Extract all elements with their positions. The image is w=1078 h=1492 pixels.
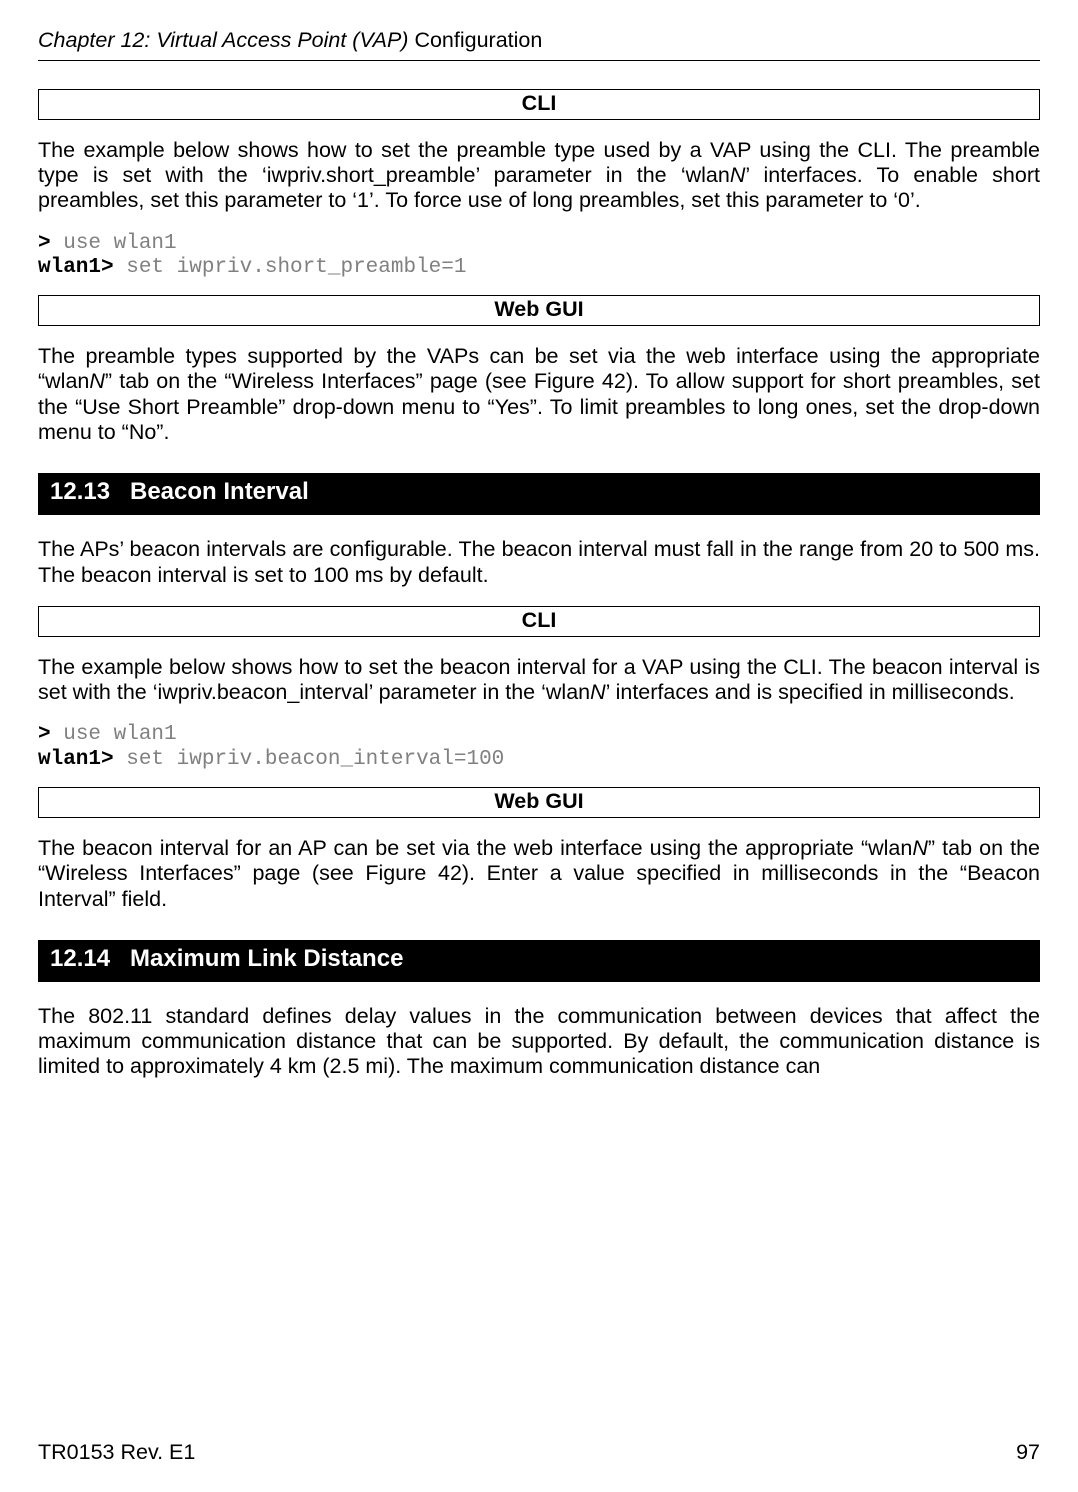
webgui-heading-box: Web GUI [38, 787, 1040, 818]
text-run: ’ interfaces and is specified in millise… [606, 680, 1015, 704]
cli-example-beacon: > use wlan1 wlan1> set iwpriv.beacon_int… [38, 723, 1040, 773]
italic-n: N [89, 369, 105, 393]
cli-example-preamble: > use wlan1 wlan1> set iwpriv.short_prea… [38, 232, 1040, 282]
text-run: ” tab on the “Wireless Interfaces” page … [38, 369, 1040, 444]
section-number: 12.14 [50, 945, 130, 974]
cli-heading-box: CLI [38, 89, 1040, 120]
cli-command: set iwpriv.short_preamble=1 [114, 256, 467, 279]
section-title: Beacon Interval [130, 478, 309, 507]
section-heading-beacon: 12.13 Beacon Interval [38, 473, 1040, 515]
page-footer: TR0153 Rev. E1 97 [38, 1440, 1040, 1466]
section-number: 12.13 [50, 478, 130, 507]
beacon-intro-paragraph: The APs’ beacon intervals are configurab… [38, 537, 1040, 588]
webgui-heading-box: Web GUI [38, 295, 1040, 326]
section-title: Maximum Link Distance [130, 945, 403, 974]
beacon-cli-paragraph: The example below shows how to set the b… [38, 655, 1040, 706]
cli-command: set iwpriv.beacon_interval=100 [114, 748, 505, 771]
italic-n: N [730, 163, 746, 187]
italic-n: N [590, 680, 606, 704]
section-heading-maxlink: 12.14 Maximum Link Distance [38, 940, 1040, 982]
beacon-webgui-paragraph: The beacon interval for an AP can be set… [38, 836, 1040, 912]
footer-doc-id: TR0153 Rev. E1 [38, 1440, 195, 1466]
cli-heading-box: CLI [38, 606, 1040, 637]
cli-command: use wlan1 [63, 723, 176, 746]
cli-prompt: wlan1> [38, 256, 114, 279]
maxlink-intro-paragraph: The 802.11 standard defines delay values… [38, 1004, 1040, 1080]
text-run: The beacon interval for an AP can be set… [38, 836, 912, 860]
preamble-webgui-paragraph: The preamble types supported by the VAPs… [38, 344, 1040, 445]
cli-prompt: wlan1> [38, 748, 114, 771]
chapter-title-plain: Configuration [414, 28, 542, 52]
italic-n: N [912, 836, 928, 860]
cli-command: use wlan1 [63, 232, 176, 255]
chapter-title-italic: Chapter 12: Virtual Access Point (VAP) [38, 28, 414, 52]
footer-page-number: 97 [1016, 1440, 1040, 1466]
preamble-cli-paragraph: The example below shows how to set the p… [38, 138, 1040, 214]
cli-prompt: > [38, 232, 63, 255]
page-header: Chapter 12: Virtual Access Point (VAP) C… [38, 28, 1040, 61]
cli-prompt: > [38, 723, 63, 746]
